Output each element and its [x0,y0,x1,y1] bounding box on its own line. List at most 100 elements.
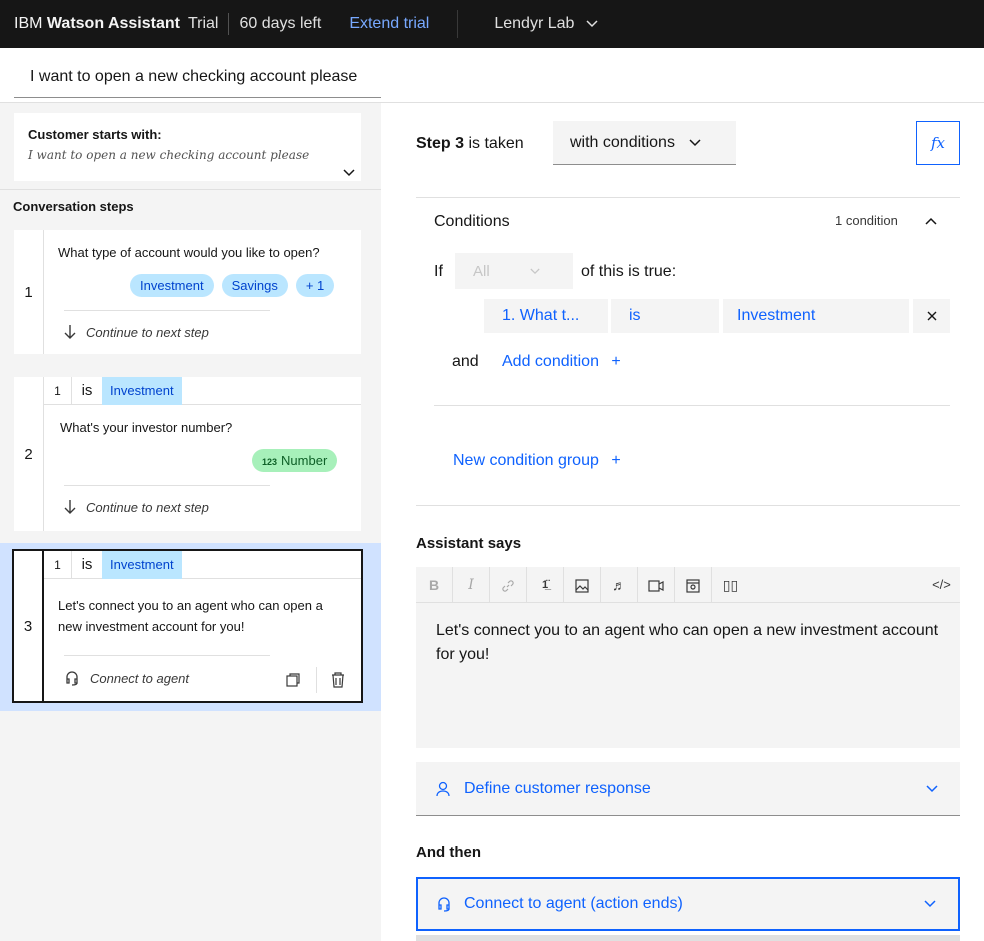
step-taken-label: Step 3 is taken [416,135,524,153]
headset-icon [438,897,450,912]
extend-trial-link[interactable]: Extend trial [349,15,429,33]
match-all-dropdown[interactable]: All [455,253,573,289]
chevron-down-icon[interactable] [343,169,355,177]
and-then-dropdown[interactable]: Connect to agent (action ends) [416,877,960,931]
top-bar: IBM Watson Assistant Trial 60 days left … [0,0,984,48]
define-customer-response-button[interactable]: Define customer response [416,762,960,816]
options-icon[interactable]: ▯▯ [712,567,749,603]
variable-icon[interactable]: 1̲̈ [527,566,564,603]
of-true-label: of this is true: [581,263,677,280]
conversation-step-2[interactable]: 2 1 is Investment What's your investor n… [14,376,361,531]
condition-ref: 1 [44,376,72,405]
plan-label: Trial [187,15,219,32]
condition-value: Investment [102,550,182,579]
step-question: What's your investor number? [60,420,233,435]
link-icon[interactable] [490,566,527,603]
if-label: If [434,263,443,280]
number-chip: 123 Number [252,449,338,472]
step-question: What type of account would you like to o… [58,245,320,260]
workspace-name: Lendyr Lab [494,15,575,32]
step-next-label: Continue to next step [86,499,209,515]
divider [416,197,960,198]
brand-name: Watson Assistant [46,15,180,32]
conversation-step-3[interactable]: 3 1 is Investment Let's connect you to a… [12,549,363,703]
plus-icon: + [611,452,621,469]
product-name: IBM Watson Assistant [14,15,180,33]
conversation-steps-title: Conversation steps [13,199,134,214]
divider [0,189,381,190]
condition-field[interactable]: 1. What t... [484,299,608,333]
left-panel: Customer starts with: I want to open a n… [0,102,381,941]
user-icon [436,781,450,796]
condition-value[interactable]: Investment [723,299,909,333]
define-response-label: Define customer response [464,779,651,797]
iframe-icon[interactable] [675,566,712,603]
conversation-step-1[interactable]: 1 What type of account would you like to… [14,230,361,354]
assistant-says-title: Assistant says [416,535,522,552]
add-condition-button[interactable]: Add condition + [502,353,621,371]
step-next-label: Connect to agent [90,670,190,686]
audio-icon[interactable]: ♬ [601,566,638,603]
divider [316,667,317,693]
divider [64,655,270,656]
close-icon [927,311,936,321]
customer-starts-text: I want to open a new checking account pl… [28,148,310,162]
step-next: Continue to next step [64,499,209,515]
step-editor-panel: Step 3 is taken with conditions fx Condi… [381,102,984,941]
divider [64,485,270,486]
new-condition-group-button[interactable]: New condition group + [453,452,621,470]
step-condition: 1 is Investment [44,376,361,405]
trash-icon[interactable] [330,672,346,688]
option-chip-more: + 1 [295,274,335,297]
image-icon[interactable] [564,566,601,603]
bold-icon[interactable]: B [416,566,453,603]
condition-value: Investment [102,376,182,405]
headset-icon [66,671,78,686]
chevron-up-icon[interactable] [925,217,937,225]
divider [64,310,270,311]
next-section-edge [416,935,960,941]
chevron-down-icon [586,20,598,28]
workspace-switcher[interactable]: Lendyr Lab [494,15,598,33]
duplicate-icon[interactable] [285,672,301,688]
option-chip: Investment [130,274,214,297]
step-next: Connect to agent [64,670,189,686]
step-label-bold: Step 3 [416,135,465,152]
divider [416,505,960,506]
step-label-rest: is taken [468,135,524,152]
new-group-label: New condition group [453,452,599,469]
divider [457,10,459,38]
function-icon[interactable]: fx [916,121,960,165]
step-question-line: new investment account for you! [58,619,245,634]
video-icon[interactable] [638,566,675,603]
code-icon[interactable]: </> [923,577,960,592]
chevron-down-icon [924,900,936,908]
arrow-down-icon [64,500,76,514]
italic-icon[interactable]: I [453,566,490,603]
and-label: and [452,353,479,370]
step-number: 3 [14,551,44,701]
days-left: 60 days left [239,15,322,32]
action-name-input[interactable]: I want to open a new checking account pl… [14,60,381,98]
add-condition-label: Add condition [502,353,599,370]
condition-operator[interactable]: is [611,299,719,333]
dropdown-value: All [473,262,490,280]
conditions-count: 1 condition [835,213,898,228]
step-question: Let's connect you to an agent who can op… [58,595,323,637]
condition-ref: 1 [44,550,72,579]
customer-starts-title: Customer starts with: [28,127,162,142]
step-next-label: Continue to next step [86,324,209,340]
number-icon: 123 [262,457,278,467]
customer-starts-card[interactable]: Customer starts with: I want to open a n… [14,113,361,181]
chevron-down-icon [926,784,938,792]
divider [434,405,950,406]
step-number: 1 [14,230,44,354]
number-chip-label: Number [281,453,328,468]
step-number: 2 [14,377,44,531]
chevron-down-icon [689,138,701,146]
condition-op: is [81,556,93,573]
assistant-message-editor[interactable]: Let's connect you to an agent who can op… [416,603,960,748]
conditions-title: Conditions [434,213,510,230]
remove-condition-button[interactable] [913,299,950,333]
step-taken-dropdown[interactable]: with conditions [553,121,736,165]
